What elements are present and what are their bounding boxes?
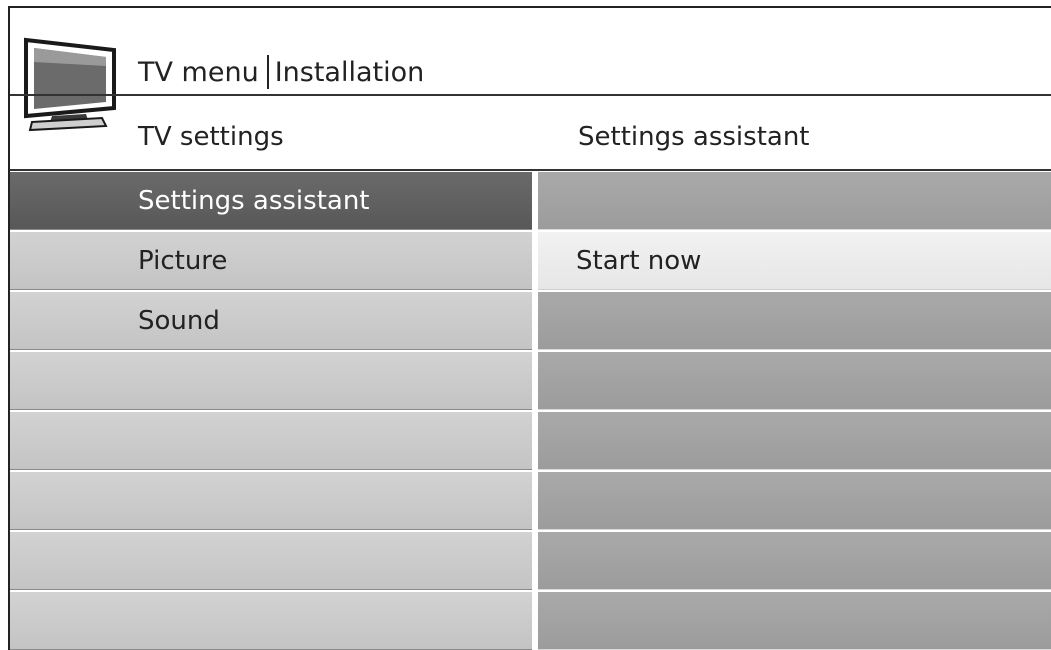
menu-item-settings-assistant[interactable]: Settings assistant — [10, 172, 532, 230]
option-item-empty — [538, 172, 1051, 230]
option-item-empty — [538, 412, 1051, 470]
menu-item-sound[interactable]: Sound — [10, 292, 532, 350]
option-start-now[interactable]: Start now — [538, 232, 1051, 290]
breadcrumb-menu: TV menu — [138, 56, 259, 88]
left-column-heading: TV settings — [138, 122, 284, 152]
option-item-empty — [538, 292, 1051, 350]
right-column-heading: Settings assistant — [578, 122, 810, 152]
menu-item-empty — [10, 472, 532, 530]
right-option-list: Start now — [538, 172, 1051, 650]
menu-item-empty — [10, 532, 532, 590]
option-item-empty — [538, 532, 1051, 590]
breadcrumb-separator — [266, 55, 269, 89]
tv-icon — [22, 36, 122, 132]
breadcrumb: TV menu Installation — [138, 52, 424, 92]
breadcrumb-section: Installation — [274, 56, 425, 88]
option-item-empty — [538, 472, 1051, 530]
option-item-empty — [538, 592, 1051, 650]
column-heading-divider — [10, 169, 1051, 171]
option-item-empty — [538, 352, 1051, 410]
frame-top-border — [8, 6, 1051, 8]
menu-item-empty — [10, 412, 532, 470]
tv-menu-screen: TV menu Installation TV settings Setting… — [0, 0, 1051, 650]
menu-item-empty — [10, 592, 532, 650]
header-divider — [10, 94, 1051, 96]
menu-item-empty — [10, 352, 532, 410]
menu-item-picture[interactable]: Picture — [10, 232, 532, 290]
left-menu-list: Settings assistant Picture Sound — [10, 172, 532, 650]
